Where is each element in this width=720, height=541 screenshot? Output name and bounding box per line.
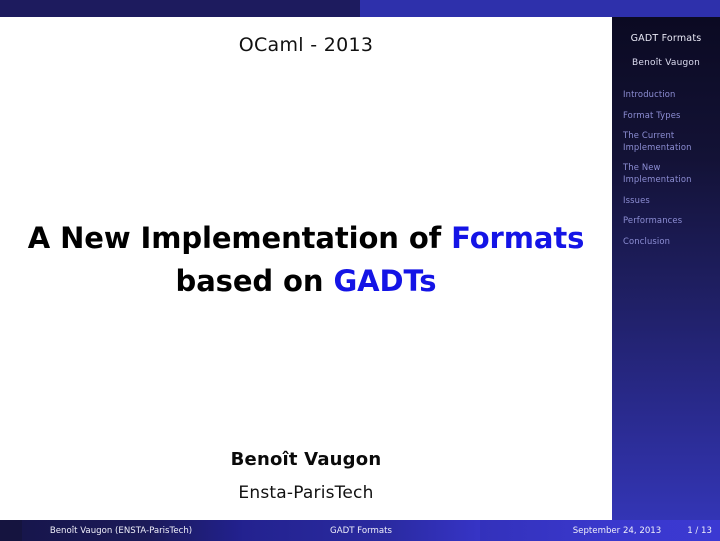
footer-date: September 24, 2013 bbox=[572, 525, 662, 536]
sidebar-title: GADT Formats bbox=[630, 33, 702, 44]
sidebar-nav-list: Introduction Format Types The Current Im… bbox=[612, 89, 720, 247]
sidebar-item-conclusion[interactable]: Conclusion bbox=[612, 236, 720, 248]
title-line-2-highlight: GADTs bbox=[333, 264, 437, 298]
presentation-title: A New Implementation of Formats based on… bbox=[0, 217, 612, 303]
footer-left-cap bbox=[0, 520, 22, 541]
slide-content-area: OCaml - 2013 A New Implementation of For… bbox=[0, 17, 612, 520]
author-block: Benoît Vaugon Ensta-ParisTech bbox=[0, 449, 612, 503]
top-bar-left-segment bbox=[0, 0, 360, 17]
title-line-1: A New Implementation of Formats bbox=[0, 217, 612, 260]
footer-title: GADT Formats bbox=[242, 520, 480, 541]
slide-heading: OCaml - 2013 bbox=[238, 34, 374, 56]
title-line-1-highlight: Formats bbox=[451, 221, 585, 255]
slide-footer: Benoît Vaugon (ENSTA-ParisTech) GADT For… bbox=[0, 520, 720, 541]
title-line-2: based on GADTs bbox=[0, 260, 612, 303]
sidebar-item-issues[interactable]: Issues bbox=[612, 195, 720, 207]
footer-date-page: September 24, 2013 1 / 13 bbox=[480, 520, 720, 541]
title-line-1-plain: A New Implementation of bbox=[27, 221, 452, 255]
author-name: Benoît Vaugon bbox=[230, 449, 382, 470]
title-line-2-plain: based on bbox=[175, 264, 334, 298]
sidebar-author: Benoît Vaugon bbox=[631, 58, 700, 68]
sidebar-item-the-new-implementation[interactable]: The New Implementation bbox=[612, 162, 720, 185]
top-decoration-bar bbox=[0, 0, 720, 17]
sidebar-item-format-types[interactable]: Format Types bbox=[612, 110, 720, 122]
footer-author: Benoît Vaugon (ENSTA-ParisTech) bbox=[0, 520, 242, 541]
sidebar-item-performances[interactable]: Performances bbox=[612, 215, 720, 227]
sidebar-navigation: GADT Formats Benoît Vaugon Introduction … bbox=[612, 17, 720, 520]
sidebar-item-introduction[interactable]: Introduction bbox=[612, 89, 720, 101]
top-bar-right-segment bbox=[360, 0, 720, 17]
presentation-slide: OCaml - 2013 A New Implementation of For… bbox=[0, 0, 720, 541]
footer-page-number: 1 / 13 bbox=[687, 525, 712, 536]
author-institution: Ensta-ParisTech bbox=[238, 483, 374, 503]
sidebar-item-the-current-implementation[interactable]: The Current Implementation bbox=[612, 130, 720, 153]
